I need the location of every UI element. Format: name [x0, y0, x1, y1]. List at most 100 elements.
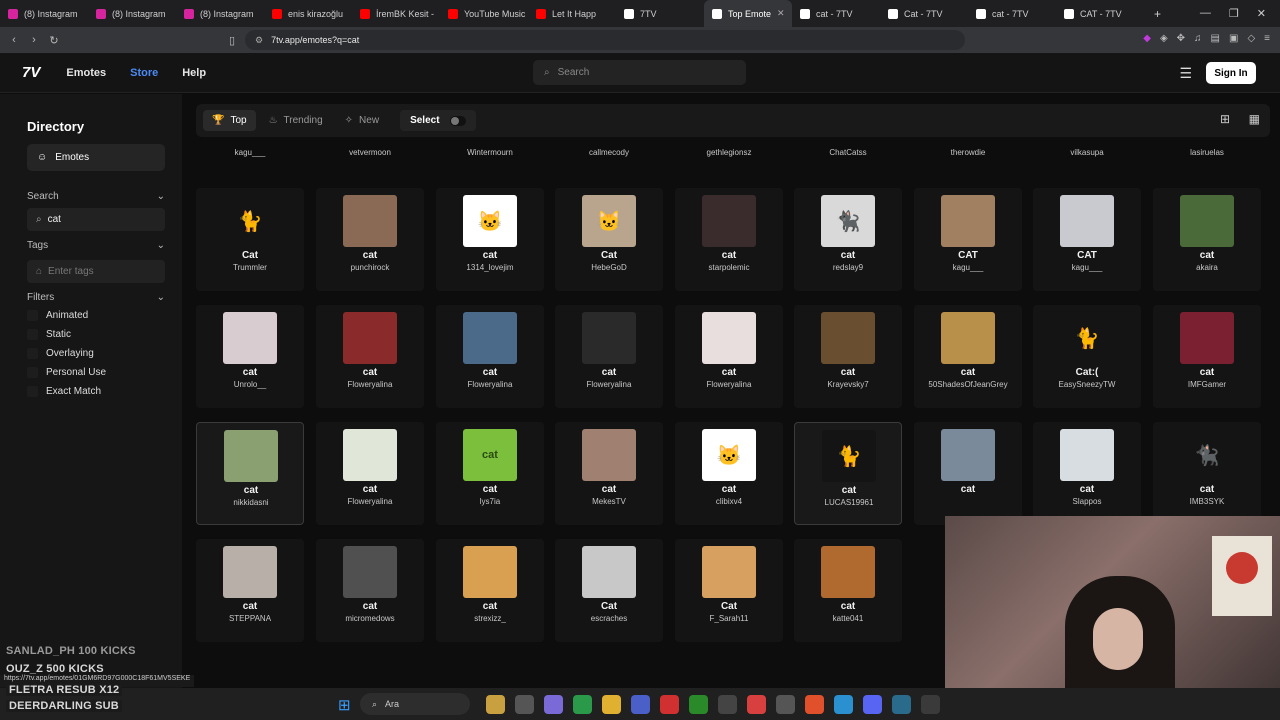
browser-tab[interactable]: enis kirazoğlu	[264, 0, 352, 27]
browser-tab[interactable]: cat - 7TV	[968, 0, 1056, 27]
app-icon[interactable]	[660, 694, 679, 714]
filter-static[interactable]: Static	[27, 329, 71, 340]
emote-search-input[interactable]: ⌕ cat	[27, 208, 165, 231]
emote-card[interactable]: cat katte041	[794, 539, 902, 642]
emote-card[interactable]: cat Krayevsky7	[794, 305, 902, 408]
tab-new[interactable]: ✧ New	[336, 110, 388, 131]
checkbox[interactable]	[27, 386, 38, 397]
browser-tab[interactable]: cat - 7TV	[792, 0, 880, 27]
browser-tab[interactable]: Cat - 7TV	[880, 0, 968, 27]
browser-tab[interactable]: Let It Happ	[528, 0, 616, 27]
emote-card[interactable]: 🐱 cat 1314_lovejim	[436, 188, 544, 291]
emote-card[interactable]: cat punchirock	[316, 188, 424, 291]
filter-animated[interactable]: Animated	[27, 310, 88, 321]
minimize-icon[interactable]: —	[1200, 7, 1211, 20]
grid-small-icon[interactable]: ▦	[1249, 112, 1260, 126]
emote-card[interactable]: cat cat lys7ia	[436, 422, 544, 525]
sign-in-button[interactable]: Sign In	[1206, 62, 1256, 84]
filters-section-toggle[interactable]: Filters ⌄	[27, 292, 165, 303]
emote-card[interactable]: cat Floweryalina	[316, 422, 424, 525]
emote-card[interactable]: cat nikkidasni	[196, 422, 304, 525]
app-icon[interactable]	[921, 694, 940, 714]
media-icon[interactable]: ♫	[1194, 33, 1202, 44]
emote-card[interactable]: cat akaira	[1153, 188, 1261, 291]
toggle-switch[interactable]	[449, 115, 466, 126]
discord-icon[interactable]	[863, 694, 882, 714]
emote-card[interactable]: cat micromedows	[316, 539, 424, 642]
browser-tab[interactable]: (8) Instagram	[88, 0, 176, 27]
reload-icon[interactable]: ↻	[44, 34, 64, 47]
extension-icon[interactable]: ◆	[1143, 33, 1151, 44]
browser-tab[interactable]: (8) Instagram	[0, 0, 88, 27]
emote-card[interactable]: CAT kagu___	[1033, 188, 1141, 291]
select-toggle[interactable]: Select	[400, 110, 476, 131]
emote-card[interactable]: cat Slappos	[1033, 422, 1141, 525]
edge-icon[interactable]	[834, 694, 853, 714]
puzzle-icon[interactable]: ✥	[1177, 33, 1185, 44]
app-icon[interactable]	[515, 694, 534, 714]
emote-card[interactable]: Cat escraches	[555, 539, 663, 642]
windows-start-icon[interactable]: ⊞	[338, 696, 351, 714]
hamburger-menu-icon[interactable]: ☰	[1179, 65, 1192, 82]
extension-icon[interactable]: ◈	[1160, 33, 1168, 44]
browser-tab[interactable]: CAT - 7TV	[1056, 0, 1144, 27]
checkbox[interactable]	[27, 348, 38, 359]
checkbox[interactable]	[27, 329, 38, 340]
emote-card[interactable]: cat STEPPANA	[196, 539, 304, 642]
folder-icon[interactable]	[602, 694, 621, 714]
filter-overlaying[interactable]: Overlaying	[27, 348, 94, 359]
close-tab-icon[interactable]: ✕	[777, 8, 785, 19]
nav-help[interactable]: Help	[182, 67, 206, 79]
app-icon[interactable]	[544, 694, 563, 714]
site-search-input[interactable]: ⌕ Search	[533, 60, 746, 85]
menu-dots-icon[interactable]: ≡	[1264, 33, 1270, 44]
app-icon[interactable]	[892, 694, 911, 714]
app-icon[interactable]	[747, 694, 766, 714]
tags-section-toggle[interactable]: Tags ⌄	[27, 240, 165, 251]
emote-card[interactable]: 🐱 Cat HebeGoD	[555, 188, 663, 291]
emote-card[interactable]: 🐈 cat LUCAS19961	[794, 422, 902, 525]
checkbox[interactable]	[27, 367, 38, 378]
7tv-logo[interactable]: 7V	[22, 64, 40, 81]
browser-tab[interactable]: Top Emote ✕	[704, 0, 792, 27]
emote-card[interactable]: 🐈 Cat Trummler	[196, 188, 304, 291]
tags-input[interactable]: ⌂ Enter tags	[27, 260, 165, 283]
app-icon[interactable]	[776, 694, 795, 714]
emote-card[interactable]: cat MekesTV	[555, 422, 663, 525]
emote-card[interactable]: 🐈‍⬛ cat IMB3SYK	[1153, 422, 1261, 525]
nav-emotes[interactable]: Emotes	[66, 67, 106, 79]
filter-personal-use[interactable]: Personal Use	[27, 367, 106, 378]
brave-icon[interactable]	[805, 694, 824, 714]
grid-large-icon[interactable]: ⊞	[1220, 112, 1230, 126]
url-bar[interactable]: ⚙ 7tv.app/emotes?q=cat	[245, 30, 965, 50]
close-window-icon[interactable]: ✕	[1257, 7, 1266, 20]
site-info-icon[interactable]: ⚙	[255, 35, 263, 46]
filter-exact-match[interactable]: Exact Match	[27, 386, 101, 397]
emote-card[interactable]: CAT kagu___	[914, 188, 1022, 291]
vpn-icon[interactable]: ◇	[1247, 33, 1255, 44]
nav-store[interactable]: Store	[130, 67, 158, 79]
emote-card[interactable]: cat starpolemic	[675, 188, 783, 291]
emote-card[interactable]: cat Floweryalina	[316, 305, 424, 408]
maximize-icon[interactable]: ❐	[1229, 7, 1239, 20]
new-tab-icon[interactable]: +	[1144, 7, 1171, 21]
emote-card[interactable]: cat Unrolo__	[196, 305, 304, 408]
emotes-directory-button[interactable]: ☺ Emotes	[27, 144, 165, 171]
app-icon[interactable]	[631, 694, 650, 714]
app-icon[interactable]	[689, 694, 708, 714]
emote-card[interactable]: cat 50ShadesOfJeanGrey	[914, 305, 1022, 408]
browser-tab[interactable]: (8) Instagram	[176, 0, 264, 27]
bookmark-icon[interactable]: ▯	[222, 34, 242, 47]
app-icon[interactable]	[718, 694, 737, 714]
emote-card[interactable]: 🐱 cat clibixv4	[675, 422, 783, 525]
taskbar-search[interactable]: ⌕ Ara	[360, 693, 470, 715]
forward-icon[interactable]: ›	[24, 34, 44, 46]
emote-card[interactable]: cat	[914, 422, 1022, 525]
emote-card[interactable]: cat IMFGamer	[1153, 305, 1261, 408]
browser-tab[interactable]: İremBK Kesit -	[352, 0, 440, 27]
emote-card[interactable]: Cat F_Sarah11	[675, 539, 783, 642]
wallet-icon[interactable]: ▣	[1229, 33, 1238, 44]
app-icon[interactable]	[573, 694, 592, 714]
emote-card[interactable]: cat strexizz_	[436, 539, 544, 642]
checkbox[interactable]	[27, 310, 38, 321]
